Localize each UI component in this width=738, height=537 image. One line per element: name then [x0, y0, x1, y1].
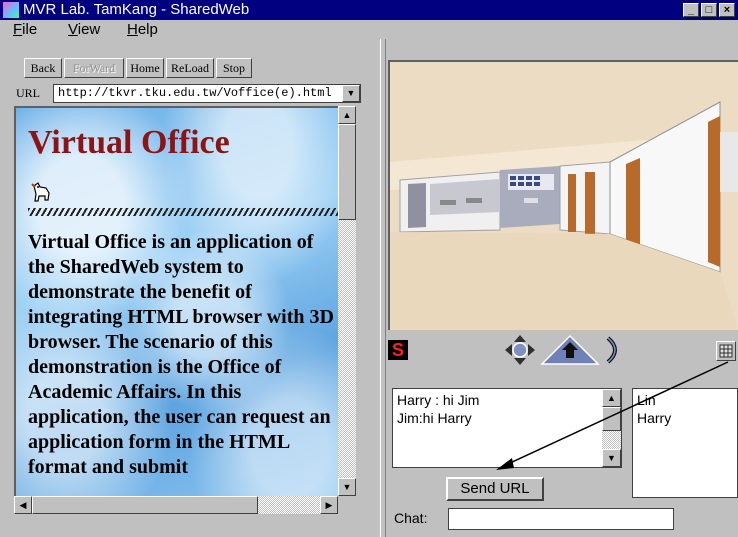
menu-file-mnemonic: F	[13, 21, 23, 38]
menu-help-label: elp	[137, 21, 158, 38]
forward-button[interactable]: ForWard	[64, 58, 124, 78]
send-url-button[interactable]: Send URL	[446, 477, 544, 501]
send-view-url-button[interactable]	[716, 341, 736, 361]
user-list[interactable]: Lin Harry	[632, 388, 738, 498]
user-list-item[interactable]: Harry	[637, 409, 733, 427]
pan-arrows-icon[interactable]	[504, 334, 536, 366]
menu-file[interactable]: File	[13, 21, 37, 38]
pane-splitter[interactable]	[380, 39, 386, 537]
browser-vertical-scrollbar[interactable]: ▲ ▼	[338, 106, 356, 496]
chevron-down-icon: ▼	[346, 88, 356, 98]
chat-log[interactable]: Harry : hi Jim Jim:hi Harry	[392, 388, 622, 468]
menu-view[interactable]: View	[68, 21, 100, 38]
chat-scroll-up-button[interactable]: ▲	[602, 389, 621, 407]
stop-button[interactable]: Stop	[216, 58, 252, 78]
walk-mode-icon[interactable]	[540, 334, 600, 366]
scroll-right-icon: ▶	[325, 500, 333, 510]
sharedweb-window: MVR Lab. TamKang - SharedWeb _ □ × File …	[0, 0, 738, 537]
scroll-down-icon: ▼	[607, 453, 616, 463]
dog-icon	[31, 182, 50, 202]
url-input[interactable]: http://tkvr.tku.edu.tw/Voffice(e).html	[53, 84, 361, 103]
reload-button[interactable]: ReLoad	[166, 58, 214, 78]
grid-icon	[719, 344, 733, 358]
url-dropdown-button[interactable]: ▼	[342, 85, 360, 102]
close-button[interactable]: ×	[719, 3, 735, 17]
chat-label: Chat:	[394, 510, 428, 526]
chat-message: Harry : hi Jim	[397, 392, 480, 408]
window-title: MVR Lab. TamKang - SharedWeb	[23, 1, 250, 18]
title-bar: MVR Lab. TamKang - SharedWeb _ □ ×	[0, 0, 738, 20]
menu-help[interactable]: Help	[127, 21, 158, 38]
page-body-text: Virtual Office is an application of the …	[28, 231, 334, 478]
scroll-up-button[interactable]: ▲	[338, 106, 356, 124]
horizontal-scroll-thumb[interactable]	[32, 496, 258, 514]
menu-help-mnemonic: H	[127, 21, 138, 38]
scroll-up-icon: ▲	[342, 110, 352, 120]
chain-divider	[28, 208, 338, 216]
page-title: Virtual Office	[28, 124, 230, 161]
turn-icon[interactable]	[604, 334, 624, 366]
scroll-left-icon: ◀	[19, 500, 27, 510]
scroll-left-button[interactable]: ◀	[14, 496, 32, 514]
url-label: URL	[16, 86, 40, 100]
chat-input[interactable]	[448, 508, 674, 530]
back-button[interactable]: Back	[24, 58, 62, 78]
scroll-right-button[interactable]: ▶	[320, 496, 338, 514]
scroll-up-icon: ▲	[607, 393, 616, 403]
maximize-button[interactable]: □	[701, 3, 717, 17]
sharedweb-logo: S	[388, 340, 408, 360]
user-list-item[interactable]: Lin	[637, 391, 733, 409]
app-icon	[3, 2, 19, 18]
chat-scroll-thumb[interactable]	[602, 407, 621, 431]
browser-horizontal-scrollbar[interactable]: ◀ ▶	[14, 496, 338, 514]
scroll-down-icon: ▼	[342, 482, 352, 492]
chat-scrollbar[interactable]: ▲ ▼	[602, 389, 621, 467]
html-browser-pane[interactable]: Virtual Office Virtual Office is an appl…	[14, 106, 338, 496]
menu-bar: File View Help	[0, 20, 738, 39]
chat-scroll-down-button[interactable]: ▼	[602, 449, 621, 467]
scroll-thumb[interactable]	[338, 124, 356, 220]
scroll-down-button[interactable]: ▼	[338, 478, 356, 496]
chat-message: Jim:hi Harry	[397, 410, 472, 426]
minimize-button[interactable]: _	[683, 3, 699, 17]
menu-file-label: ile	[22, 21, 38, 38]
home-button[interactable]: Home	[126, 58, 164, 78]
menu-view-label: iew	[77, 21, 101, 38]
3d-viewport[interactable]	[388, 60, 738, 330]
virtual-office-scene	[390, 62, 738, 330]
menu-view-mnemonic: V	[68, 21, 78, 38]
